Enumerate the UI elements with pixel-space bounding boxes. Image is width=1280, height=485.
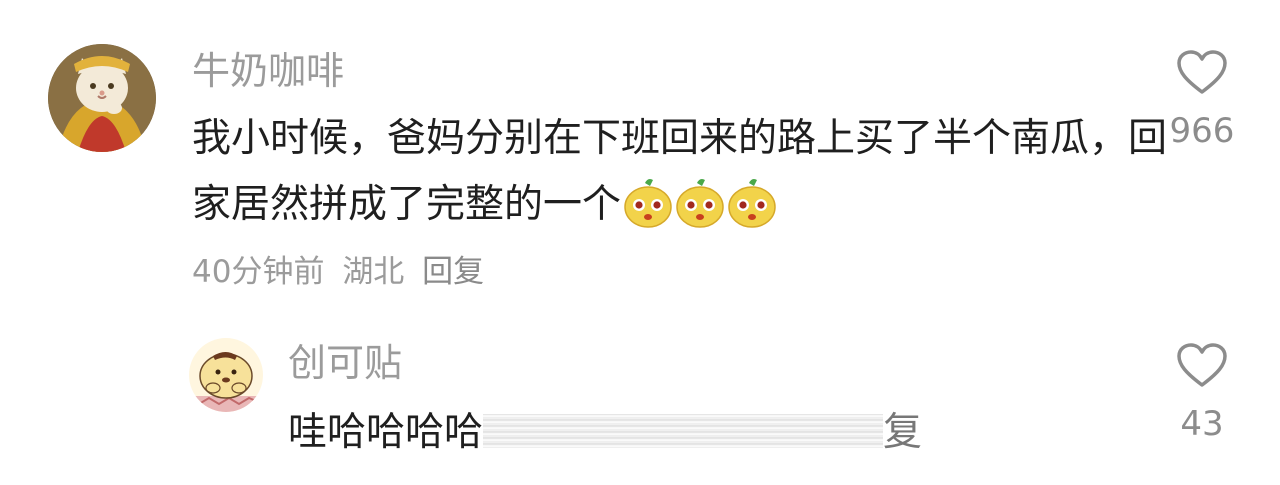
emoji-group (623, 177, 777, 229)
avatar[interactable] (189, 338, 263, 412)
comment-text: 我小时候，爸妈分别在下班回来的路上买了半个南瓜，回家居然拼成了完整的一个 (192, 106, 1172, 238)
comment-location: 湖北 (342, 254, 405, 290)
heart-icon[interactable] (1176, 50, 1228, 96)
cat-avatar-icon (48, 44, 156, 152)
comment-body: 哇哈哈哈哈 (288, 410, 484, 455)
comment-tail: 复 (883, 410, 923, 455)
pompompurin-avatar-icon (189, 338, 263, 412)
reply-button[interactable]: 回复 (422, 254, 484, 290)
like-count: 966 (1169, 111, 1235, 151)
comment-text: 哇哈哈哈哈 复 (288, 405, 922, 461)
heart-icon[interactable] (1176, 343, 1228, 389)
username[interactable]: 牛奶咖啡 (192, 52, 344, 90)
pumpkin-face-icon (676, 178, 724, 228)
username[interactable]: 创可贴 (288, 344, 402, 382)
blurred-text-redaction (483, 413, 884, 448)
like-count: 43 (1180, 404, 1224, 444)
like-button[interactable]: 966 (1160, 50, 1244, 148)
comment-meta: 40分钟前 湖北 回复 (192, 252, 492, 292)
pumpkin-face-icon (728, 178, 776, 228)
comment-time: 40分钟前 (192, 254, 325, 290)
avatar[interactable] (48, 44, 156, 152)
like-button[interactable]: 43 (1160, 343, 1244, 441)
pumpkin-face-icon (624, 178, 672, 228)
